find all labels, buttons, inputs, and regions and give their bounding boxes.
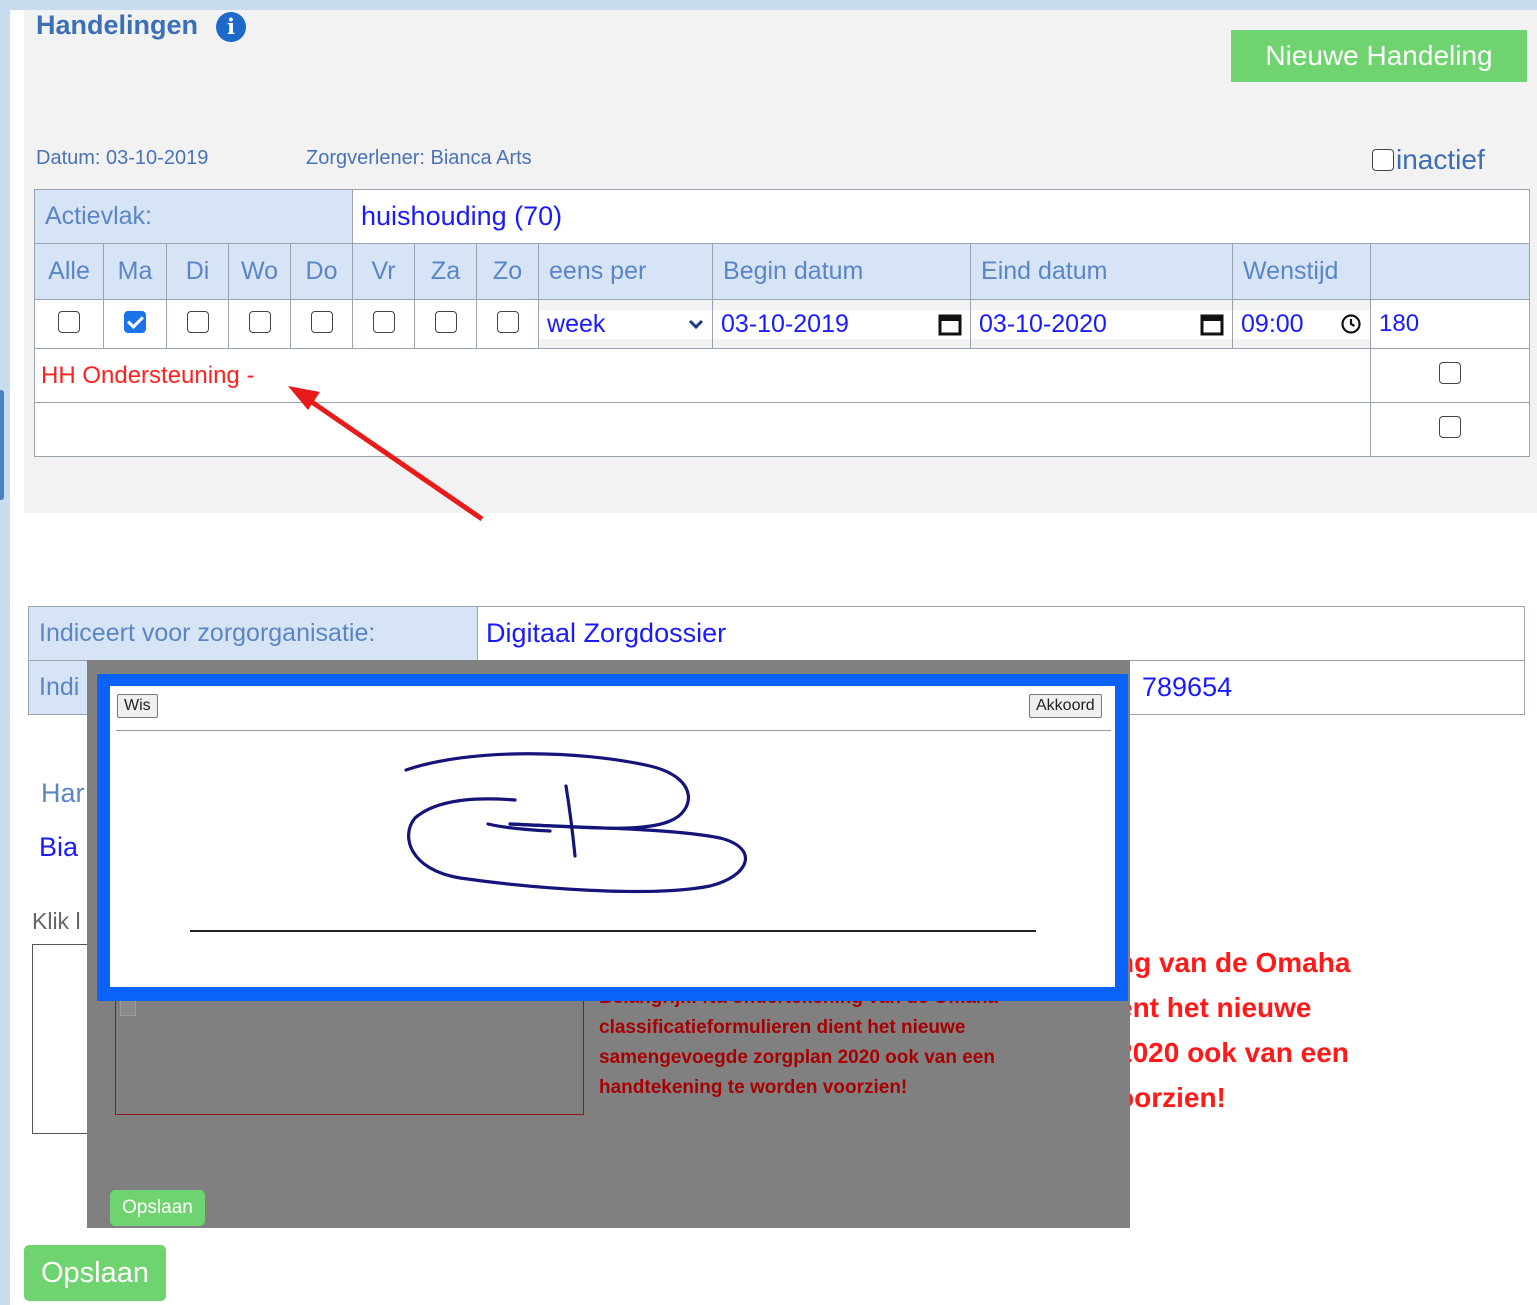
left-border <box>0 0 10 1305</box>
clock-icon[interactable] <box>1340 313 1362 335</box>
zorgverlener-text: Zorgverlener: Bianca Arts <box>306 147 532 169</box>
signer-name: Bia <box>39 832 79 862</box>
broken-image-icon <box>120 1000 136 1016</box>
calendar-icon[interactable] <box>938 312 962 336</box>
save-button[interactable]: Opslaan <box>24 1245 166 1301</box>
col-za: Za <box>414 243 478 300</box>
calendar-icon[interactable] <box>1200 312 1224 336</box>
signature-drawing <box>190 752 1036 932</box>
actievlak-label: Actievlak: <box>33 189 354 244</box>
col-wenstijd: Wenstijd <box>1232 243 1372 300</box>
wenstijd-value: 09:00 <box>1241 309 1304 338</box>
col-eens-per: eens per <box>538 243 714 300</box>
eens-per-select[interactable]: week <box>539 309 713 339</box>
notice-text: ng van de Omaha ent het nieuwe 2020 ook … <box>1117 940 1350 1120</box>
col-eind-datum: Eind datum <box>970 243 1234 300</box>
row-checkbox[interactable] <box>1439 362 1462 384</box>
day-checkbox-do[interactable] <box>310 310 333 333</box>
notice-line: ng van de Omaha <box>1117 947 1351 978</box>
schedule-table: Actievlak: huishouding (70) Alle Ma Di W… <box>33 189 1531 457</box>
eind-datum-input[interactable]: 03-10-2020 <box>971 309 1233 339</box>
col-wo: Wo <box>228 243 291 300</box>
actievlak-value: huishouding (70) <box>352 189 1531 244</box>
col-begin-datum: Begin datum <box>712 243 972 300</box>
signature-pad[interactable]: Wis Akkoord <box>110 686 1115 987</box>
zorg-label: Indiceert voor zorgorganisatie: <box>28 606 478 661</box>
col-alle: Alle <box>34 243 104 300</box>
modal-notice-line: classificatieformulieren dient het nieuw… <box>599 1017 966 1038</box>
inactief-label: inactief <box>1396 144 1485 175</box>
row-checkbox[interactable] <box>1439 416 1462 438</box>
col-zo: Zo <box>476 243 540 300</box>
notice-line: ent het nieuwe <box>1117 992 1312 1023</box>
col-ma: Ma <box>103 243 167 300</box>
inactief-toggle[interactable]: inactief <box>1372 144 1485 176</box>
col-di: Di <box>166 243 229 300</box>
info-icon[interactable]: i <box>216 12 246 42</box>
chevron-down-icon <box>688 319 704 330</box>
begin-datum-value: 03-10-2019 <box>721 309 849 338</box>
day-checkbox-za[interactable] <box>434 310 457 333</box>
section-title: Handelingen <box>36 10 199 40</box>
notice-line: oorzien! <box>1117 1082 1226 1113</box>
zorg-value: Digitaal Zorgdossier <box>477 606 1525 661</box>
day-checkbox-di[interactable] <box>186 310 209 333</box>
col-vr: Vr <box>352 243 416 300</box>
red-arrow-annotation <box>288 386 484 522</box>
handeling-text: HH Ondersteuning - <box>33 348 1372 403</box>
eind-datum-value: 03-10-2020 <box>979 309 1107 338</box>
top-border <box>0 0 1537 10</box>
day-checkbox-zo[interactable] <box>496 310 519 333</box>
day-checkbox-wo[interactable] <box>248 310 271 333</box>
datum-text: Datum: 03-10-2019 <box>36 147 209 169</box>
eens-per-value: week <box>547 309 606 338</box>
modal-save-button[interactable]: Opslaan <box>110 1190 205 1226</box>
wenstijd-input[interactable]: 09:00 <box>1233 309 1371 339</box>
modal-notice: classificatieformulieren dient het nieuw… <box>599 1013 995 1103</box>
inactief-checkbox[interactable] <box>1372 149 1394 171</box>
empty-row <box>33 402 1372 457</box>
side-tab-handle[interactable] <box>0 390 4 500</box>
col-empty <box>1370 243 1531 300</box>
minutes-value: 180 <box>1370 299 1531 349</box>
modal-signature-box <box>115 985 584 1115</box>
modal-notice-line: handtekening te worden voorzien! <box>599 1077 908 1098</box>
modal-notice-line: samengevoegde zorgplan 2020 ook van een <box>599 1047 995 1068</box>
day-checkbox-ma[interactable] <box>124 310 146 333</box>
col-do: Do <box>289 243 354 300</box>
begin-datum-input[interactable]: 03-10-2019 <box>713 309 971 339</box>
klik-hint: Klik l <box>32 908 81 934</box>
day-checkbox-alle[interactable] <box>58 310 80 333</box>
new-handeling-button[interactable]: Nieuwe Handeling <box>1231 30 1527 82</box>
notice-line: 2020 ook van een <box>1117 1037 1349 1068</box>
day-checkbox-vr[interactable] <box>372 310 395 333</box>
handtekening-label: Har <box>41 778 85 808</box>
